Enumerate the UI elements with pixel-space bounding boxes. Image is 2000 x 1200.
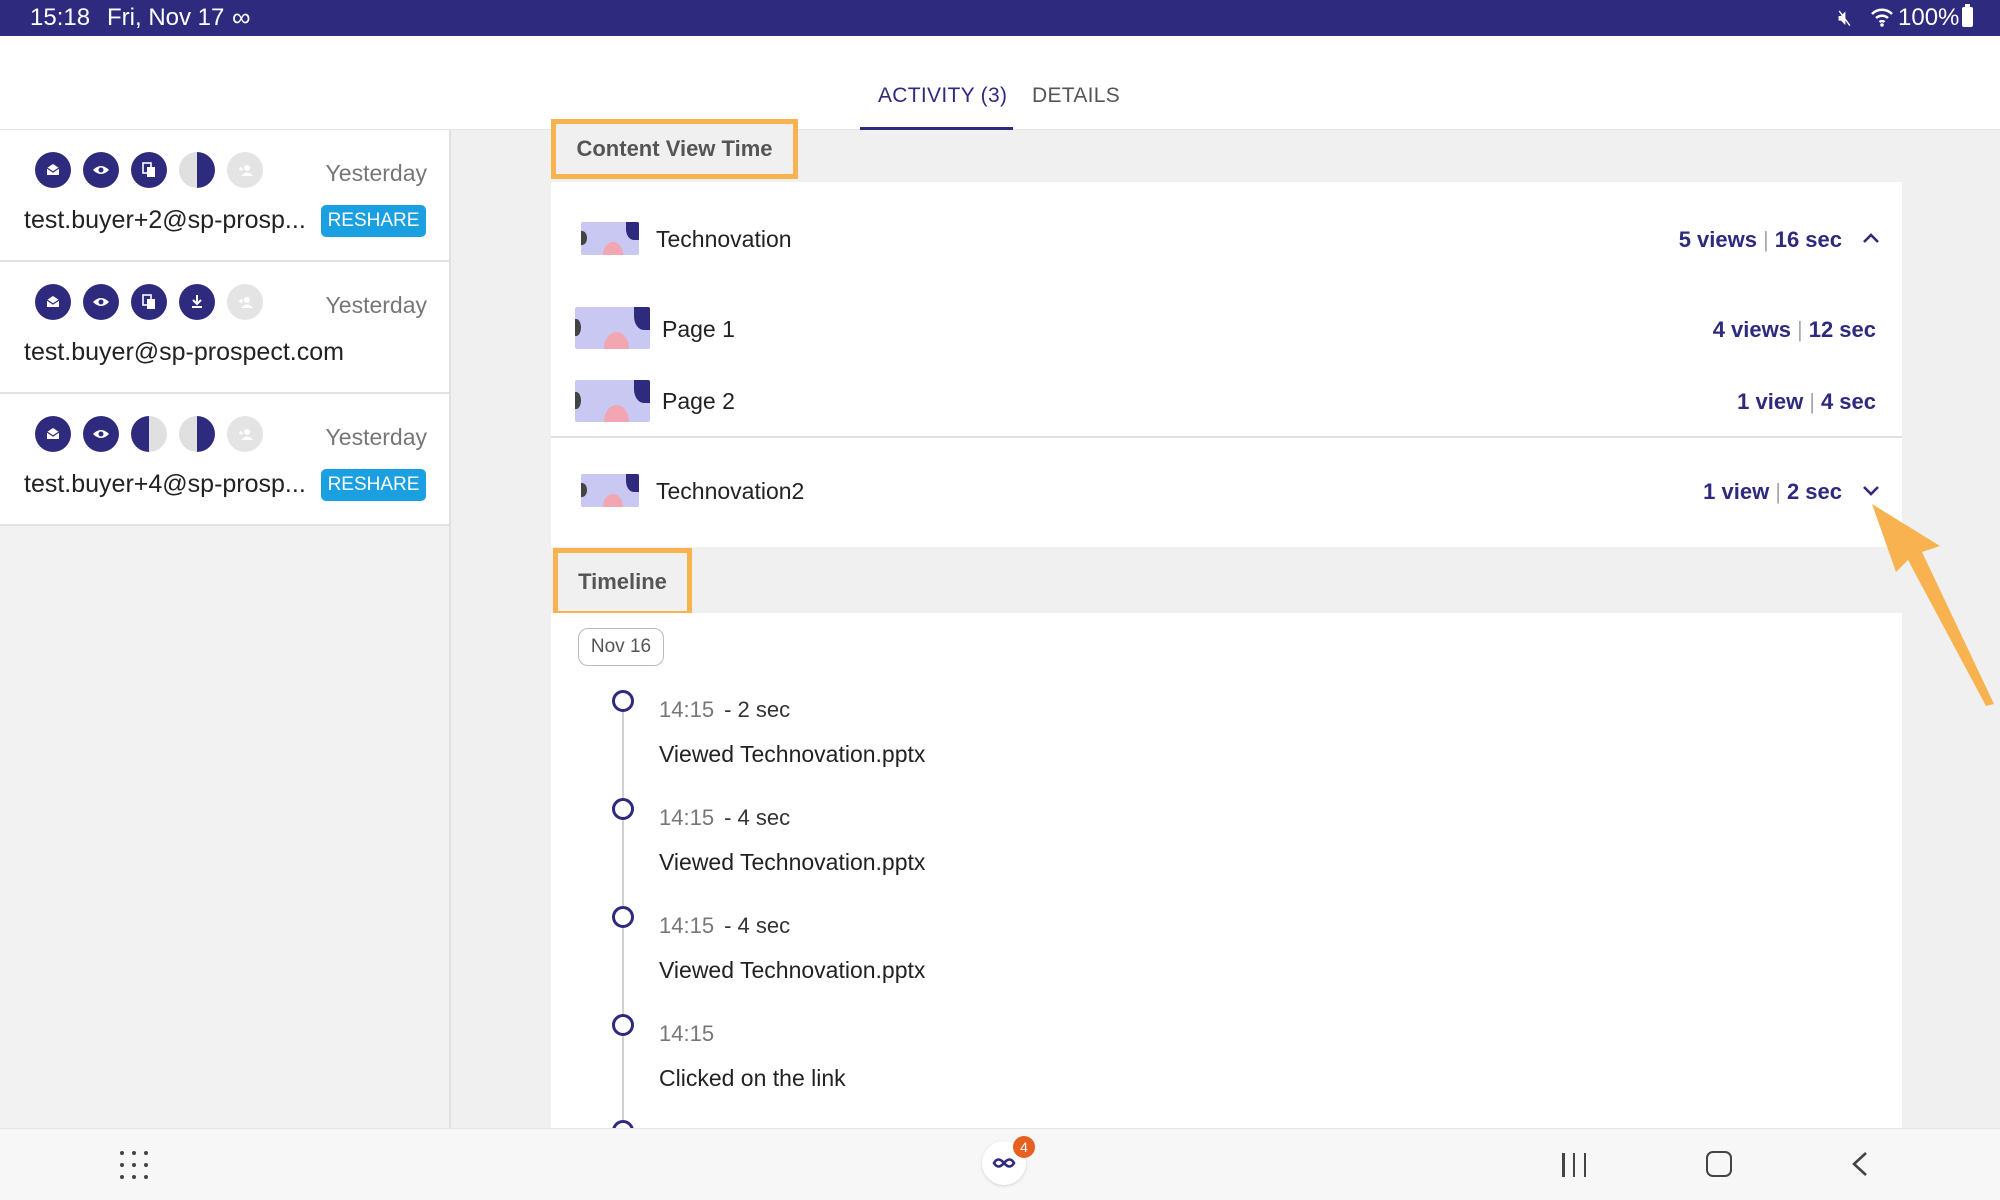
contact-email: test.buyer+4@sp-prosp... [24, 470, 306, 498]
status-time: 15:18 [30, 4, 91, 31]
contact-item[interactable]: Yesterday test.buyer+2@sp-prosp... RESHA… [0, 130, 449, 262]
document-stats: 5 views | 16 sec [1678, 227, 1842, 252]
document-thumbnail [581, 474, 639, 507]
home-icon[interactable] [1706, 1151, 1732, 1177]
eye-icon [83, 152, 119, 188]
navigation-bar [0, 1128, 2000, 1200]
contact-email: test.buyer+2@sp-prosp... [24, 206, 306, 234]
contact-time: Yesterday [325, 424, 427, 450]
timeline-dot [612, 798, 634, 820]
copy-icon [131, 152, 167, 188]
reshare-button[interactable]: RESHARE [321, 469, 426, 501]
page-title[interactable]: Page 2 [662, 388, 735, 415]
back-icon[interactable] [1848, 1149, 1872, 1179]
apps-grid-icon[interactable] [120, 1151, 148, 1179]
person-add-icon [227, 152, 263, 188]
email-icon [35, 416, 71, 452]
page-stats: 1 view | 4 sec [1737, 389, 1876, 414]
divider [551, 436, 1902, 438]
event-description: Viewed Technovation.pptx [659, 849, 926, 875]
timeline-date-chip: Nov 16 [578, 628, 664, 666]
event-time: 14:15 [659, 1021, 715, 1046]
half-circle-icon [179, 152, 215, 188]
copy-icon [131, 284, 167, 320]
recent-apps-icon[interactable] [1562, 1153, 1586, 1177]
tab-bar: ACTIVITY (3) DETAILS [0, 36, 2000, 130]
battery-percent: 100% [1898, 4, 1960, 31]
document-stats: 1 view | 2 sec [1703, 479, 1842, 504]
battery-icon [1962, 4, 1973, 27]
tab-details[interactable]: DETAILS [1032, 84, 1120, 108]
contact-time: Yesterday [325, 292, 427, 318]
event-time: 14:15- 4 sec [659, 913, 791, 938]
page-title[interactable]: Page 1 [662, 316, 735, 343]
timeline-dot [612, 1014, 634, 1036]
event-description: Viewed Technovation.pptx [659, 741, 926, 767]
eye-icon [83, 284, 119, 320]
timeline-dot [612, 690, 634, 712]
chevron-down-icon[interactable] [1860, 479, 1882, 501]
eye-icon [83, 416, 119, 452]
chevron-up-icon[interactable] [1860, 227, 1882, 249]
email-icon [35, 152, 71, 188]
half-circle-icon [131, 416, 167, 452]
contact-time: Yesterday [325, 160, 427, 186]
contact-email: test.buyer@sp-prospect.com [24, 338, 344, 366]
annotation-arrow-icon [1872, 504, 1994, 706]
notification-badge: 4 [1013, 1136, 1035, 1158]
page-thumbnail [575, 380, 650, 422]
document-title[interactable]: Technovation [656, 226, 792, 253]
document-title[interactable]: Technovation2 [656, 478, 804, 505]
event-time: 14:15- 4 sec [659, 805, 791, 830]
active-tab-indicator [860, 127, 1013, 130]
person-add-icon [227, 284, 263, 320]
timeline-dot [612, 906, 634, 928]
page-thumbnail [575, 307, 650, 349]
page-stats: 4 views | 12 sec [1712, 317, 1876, 342]
event-description: Viewed Technovation.pptx [659, 957, 926, 983]
content-view-card: Technovation 5 views | 16 sec Page 1 4 vie… [551, 182, 1902, 547]
reshare-button[interactable]: RESHARE [321, 205, 426, 237]
timeline-heading: Timeline [553, 548, 692, 616]
half-circle-icon [179, 416, 215, 452]
document-thumbnail [581, 222, 639, 255]
link-indicator-icon: ∞ [232, 2, 251, 32]
event-description: Clicked on the link [659, 1065, 846, 1091]
event-time: 14:15- 2 sec [659, 697, 791, 722]
status-date: Fri, Nov 17 [107, 4, 225, 31]
wifi-icon [1871, 8, 1893, 27]
content-view-time-heading: Content View Time [551, 119, 798, 179]
tab-activity[interactable]: ACTIVITY (3) [878, 84, 1007, 108]
status-bar: 15:18 Fri, Nov 17 ∞ 🔇︎ 100% [0, 0, 2000, 36]
contact-list: Yesterday test.buyer+2@sp-prosp... RESHA… [0, 130, 451, 1128]
mute-icon: 🔇︎ [1838, 5, 1852, 30]
person-add-icon [227, 416, 263, 452]
email-icon [35, 284, 71, 320]
contact-item[interactable]: Yesterday test.buyer+4@sp-prosp... RESHA… [0, 394, 449, 526]
download-icon [179, 284, 215, 320]
contact-item[interactable]: Yesterday test.buyer@sp-prospect.com [0, 262, 449, 394]
